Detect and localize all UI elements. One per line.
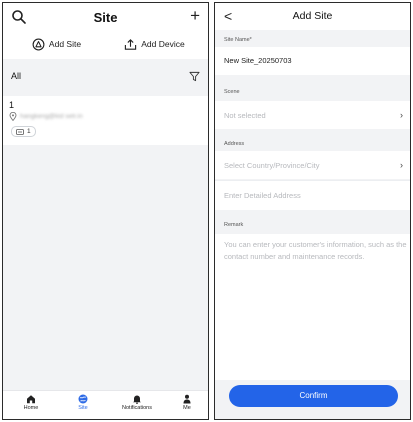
tab-me-label: Me (183, 405, 191, 411)
scene-select[interactable]: Not selected › (215, 101, 410, 129)
filter-row: All (3, 65, 208, 89)
site-list-screen: Site + Add Site Add Device All 1 hangken… (2, 2, 209, 420)
remark-placeholder: You can enter your customer's informatio… (224, 240, 407, 261)
quick-actions: Add Site Add Device (3, 32, 208, 59)
site-card[interactable]: 1 hangkeng@kid setr.in 1 (3, 96, 208, 145)
chevron-right-icon: › (400, 160, 403, 170)
add-device-button[interactable]: Add Device (107, 35, 202, 53)
location-pin-icon (9, 112, 17, 121)
scene-placeholder: Not selected (224, 111, 266, 120)
site-list-header: Site + (3, 3, 208, 32)
site-name-field[interactable]: New Site_20250703 (215, 47, 410, 75)
add-device-icon (125, 38, 137, 50)
chevron-right-icon: › (400, 110, 403, 120)
bottom-tab-bar: Home Site Notifications Me (3, 390, 208, 419)
tab-me[interactable]: Me (162, 394, 208, 411)
add-site-icon (32, 38, 45, 50)
region-placeholder: Select Country/Province/City (224, 161, 320, 170)
add-site-header: < Add Site (215, 3, 410, 30)
tab-notifications-label: Notifications (122, 405, 152, 411)
detailed-address-input[interactable]: Enter Detailed Address (215, 180, 410, 210)
remark-textarea[interactable]: You can enter your customer's informatio… (215, 234, 410, 380)
tab-home[interactable]: Home (6, 394, 56, 411)
tab-notifications[interactable]: Notifications (112, 394, 162, 411)
page-title: Add Site (292, 10, 333, 22)
tab-home-label: Home (23, 405, 39, 411)
device-count-badge: 1 (11, 126, 36, 137)
remark-label: Remark (224, 222, 244, 228)
detailed-address-placeholder: Enter Detailed Address (224, 191, 301, 200)
filter-icon[interactable] (189, 71, 200, 82)
site-name-value: New Site_20250703 (224, 56, 292, 65)
scene-label: Scene (224, 89, 240, 95)
add-site-button[interactable]: Add Site (9, 35, 104, 53)
home-icon (27, 395, 35, 404)
site-name-label: Site Name* (224, 37, 252, 43)
tab-site-label: Site (78, 405, 88, 411)
add-site-label: Add Site (48, 39, 82, 49)
region-select[interactable]: Select Country/Province/City › (215, 151, 410, 179)
filter-label: All (11, 71, 22, 81)
add-icon[interactable]: + (190, 6, 200, 26)
add-device-label: Add Device (141, 39, 185, 49)
site-address: hangkeng@kid setr.in (20, 113, 83, 120)
device-icon (16, 128, 24, 135)
address-label: Address (224, 141, 245, 147)
device-count: 1 (27, 128, 31, 135)
site-location: hangkeng@kid setr.in (9, 112, 83, 121)
add-site-screen: < Add Site Site Name* New Site_20250703 … (214, 2, 411, 420)
globe-icon (78, 394, 88, 404)
tab-site[interactable]: Site (58, 394, 108, 411)
person-icon (183, 394, 191, 404)
page-title: Site (93, 10, 118, 25)
bell-icon (133, 395, 141, 404)
site-name: 1 (9, 100, 15, 110)
confirm-button[interactable]: Confirm (229, 385, 398, 407)
